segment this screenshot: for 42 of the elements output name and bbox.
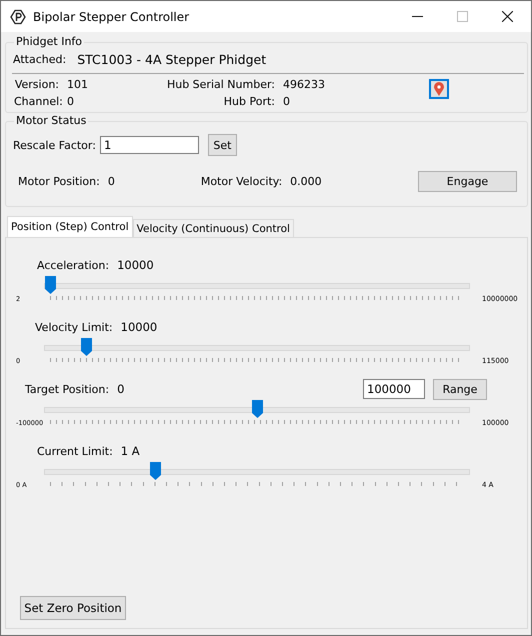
slider-value: 10000 (117, 258, 154, 272)
motor-velocity-label: Motor Velocity: (200, 175, 282, 188)
group-title: Motor Status (14, 114, 88, 127)
engage-button[interactable]: Engage (418, 171, 517, 192)
attached-label: Attached: (13, 53, 66, 66)
motor-velocity-value: 0.000 (290, 175, 322, 188)
rescale-field[interactable]: 1 (100, 136, 199, 154)
rescale-label: Rescale Factor: (13, 138, 96, 152)
info-value: 0 (283, 95, 291, 108)
group-title: Phidget Info (14, 35, 84, 48)
motor-position-label: Motor Position: (18, 175, 100, 188)
slider-thumb[interactable] (45, 276, 56, 294)
info-label: Version: (14, 78, 59, 91)
locate-button[interactable] (429, 79, 449, 99)
set-button[interactable]: Set (208, 134, 237, 156)
slider-value: 0 (117, 382, 124, 396)
range-button[interactable]: Range (433, 378, 487, 400)
info-label: Channel: (14, 95, 59, 108)
info-value: 101 (67, 78, 89, 91)
slider-thumb[interactable] (80, 338, 92, 356)
slider-value: 1 A (120, 444, 140, 458)
info-value: 496233 (283, 78, 326, 91)
range-field[interactable]: 100000 (363, 379, 425, 399)
attached-value: STC1003 - 4A Stepper Phidget (77, 52, 266, 67)
tab[interactable]: Velocity (Continuous) Control (132, 219, 294, 237)
slider-label: Target Position: (25, 382, 110, 396)
slider-thumb[interactable] (252, 400, 262, 418)
close-icon[interactable] (502, 11, 513, 22)
info-label: Hub Serial Number: (166, 78, 275, 91)
logo-icon (10, 8, 26, 24)
slider-label: Velocity Limit: (35, 320, 113, 334)
info-label: Hub Port: (222, 95, 275, 108)
set-zero-position-button[interactable]: Set Zero Position (20, 596, 126, 620)
window-title: Bipolar Stepper Controller (33, 10, 190, 24)
map-pin-icon (434, 82, 444, 96)
slider-value: 10000 (120, 320, 158, 334)
slider-label: Acceleration: (37, 258, 110, 272)
slider-thumb[interactable] (150, 462, 162, 480)
tab[interactable]: Position (Step) Control (7, 216, 133, 237)
info-value: 0 (67, 95, 75, 108)
motor-position-value: 0 (108, 175, 115, 188)
slider-label: Current Limit: (37, 444, 113, 458)
